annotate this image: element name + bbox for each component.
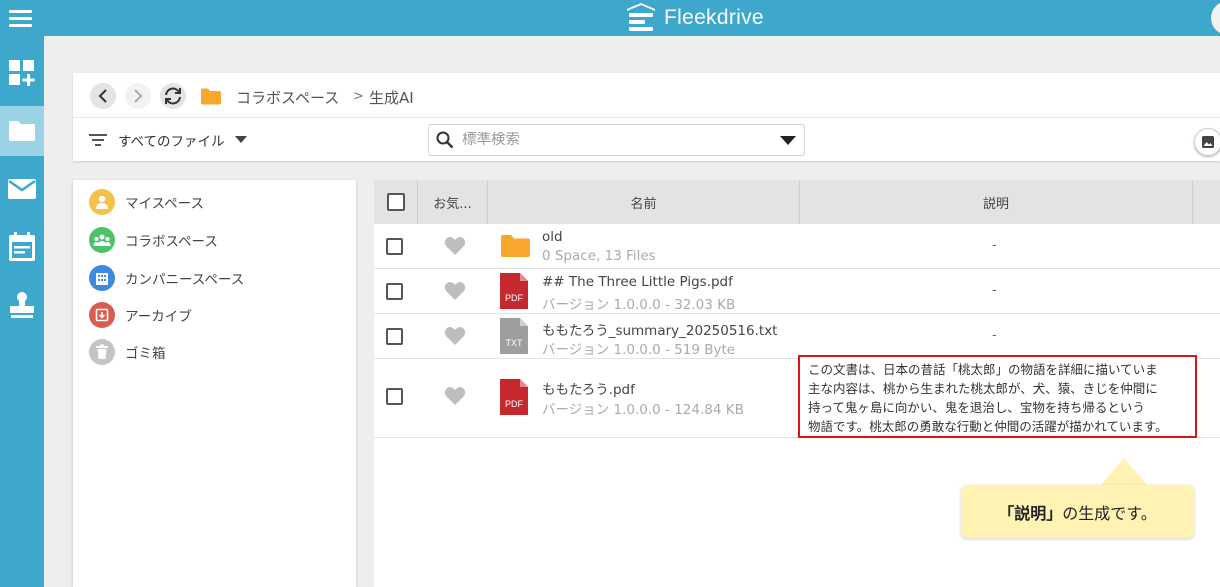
row-checkbox[interactable] (386, 388, 403, 405)
file-filter-dropdown[interactable]: すべてのファイル (88, 130, 247, 150)
archive-icon (89, 302, 115, 328)
search-input[interactable] (462, 132, 762, 148)
breadcrumb-separator: > (353, 89, 364, 104)
sidebar-item-label: アーカイブ (125, 309, 192, 325)
image-icon (1202, 136, 1214, 148)
heart-icon[interactable] (444, 386, 466, 406)
callout-bold-text: 「説明」 (998, 503, 1063, 523)
generated-description-highlight: この文書は、日本の昔話「桃太郎」の物語を詳細に描いていま 主な内容は、桃から生ま… (798, 355, 1197, 438)
pdf-file-icon: PDF (500, 379, 528, 419)
brand-name: Fleekdrive (664, 6, 764, 29)
sidebar-item-label: カンパニースペース (125, 272, 245, 288)
divider (73, 117, 1220, 118)
chevron-right-icon (134, 89, 143, 103)
menu-icon[interactable] (9, 10, 32, 27)
building-icon (89, 265, 115, 291)
filter-icon (89, 134, 107, 146)
breadcrumb-item[interactable]: コラボスペース (236, 87, 339, 108)
left-nav (0, 36, 44, 587)
svg-text:PDF: PDF (505, 293, 524, 303)
select-all-cell (374, 180, 418, 224)
sidebar-item-collabspace[interactable]: コラボスペース (89, 227, 218, 253)
header-description[interactable]: 説明 (800, 180, 1193, 224)
refresh-button[interactable] (160, 83, 186, 109)
table-header: お気... 名前 説明 (374, 180, 1220, 224)
sidebar-item-trash[interactable]: ゴミ箱 (89, 339, 166, 365)
description-line: 持って鬼ヶ島に向かい、鬼を退治し、宝物を持ち帰るという (808, 400, 1145, 415)
file-description: - (992, 238, 997, 253)
select-all-checkbox[interactable] (386, 193, 405, 211)
file-meta: バージョン 1.0.0.0 - 519 Byte (542, 342, 736, 358)
description-line: この文書は、日本の昔話「桃太郎」の物語を詳細に描いていま (808, 362, 1158, 377)
mail-icon[interactable] (0, 164, 44, 214)
callout-text: の生成です。 (1062, 503, 1157, 523)
file-name[interactable]: ## The Three Little Pigs.pdf (542, 274, 733, 290)
folder-nav-icon[interactable] (0, 106, 44, 156)
folder-icon (501, 235, 530, 257)
header-favorite[interactable]: お気... (418, 180, 488, 224)
sidebar-item-label: マイスペース (125, 196, 204, 212)
stamp-icon[interactable] (0, 280, 44, 330)
file-meta: バージョン 1.0.0.0 - 124.84 KB (542, 402, 744, 418)
brand-logo[interactable]: Fleekdrive (626, 1, 764, 35)
sidebar-item-label: ゴミ箱 (125, 346, 166, 362)
heart-icon[interactable] (444, 236, 466, 256)
user-avatar[interactable] (1211, 1, 1220, 35)
caret-down-icon (234, 136, 247, 143)
header-card: コラボスペース > 生成AI すべてのファイル (73, 73, 1220, 161)
search-icon (436, 131, 454, 149)
svg-text:TXT: TXT (506, 338, 524, 348)
search-box (428, 124, 805, 156)
txt-file-icon: TXT (500, 318, 528, 358)
file-name[interactable]: old (542, 229, 563, 245)
file-meta: バージョン 1.0.0.0 - 32.03 KB (542, 297, 736, 313)
pdf-file-icon: PDF (500, 273, 528, 313)
image-view-button[interactable] (1194, 128, 1220, 156)
back-button[interactable] (90, 83, 116, 109)
description-line: 主な内容は、桃から生まれた桃太郎が、犬、猿、きじを仲間に (808, 381, 1158, 396)
row-checkbox[interactable] (386, 238, 403, 255)
space-sidebar: マイスペース コラボスペース カンパニースペース アーカイブ ゴミ箱 (73, 180, 356, 587)
description-line: 物語です。桃太郎の勇敢な行動と仲間の活躍が描かれています。 (808, 419, 1168, 434)
file-description: - (992, 283, 997, 298)
heart-icon[interactable] (444, 326, 466, 346)
dashboard-add-icon[interactable] (0, 48, 44, 98)
sidebar-item-companyspace[interactable]: カンパニースペース (89, 265, 244, 291)
file-meta: 0 Space, 13 Files (542, 248, 656, 264)
file-name[interactable]: ももたろう.pdf (542, 378, 635, 398)
file-description: - (992, 328, 997, 343)
caret-down-icon[interactable] (780, 136, 796, 146)
annotation-callout: 「説明」 の生成です。 (961, 485, 1194, 538)
trash-icon (89, 339, 115, 365)
person-icon (89, 189, 115, 215)
refresh-icon (165, 87, 181, 105)
svg-text:PDF: PDF (505, 399, 524, 409)
table-row[interactable]: PDF ## The Three Little Pigs.pdf バージョン 1… (374, 269, 1220, 314)
chevron-left-icon (98, 89, 107, 103)
heart-icon[interactable] (444, 281, 466, 301)
table-row[interactable]: old 0 Space, 13 Files - (374, 224, 1220, 269)
table-row[interactable]: TXT ももたろう_summary_20250516.txt バージョン 1.0… (374, 314, 1220, 359)
sidebar-item-myspace[interactable]: マイスペース (89, 189, 204, 215)
calendar-icon[interactable] (0, 222, 44, 272)
sidebar-item-label: コラボスペース (125, 234, 218, 250)
folder-icon (201, 88, 221, 105)
breadcrumb-current: 生成AI (369, 89, 414, 107)
callout-pointer (1100, 458, 1148, 486)
filter-label: すべてのファイル (118, 134, 225, 150)
row-checkbox[interactable] (386, 328, 403, 345)
sidebar-item-archive[interactable]: アーカイブ (89, 302, 192, 328)
forward-button[interactable] (125, 83, 151, 109)
header-name[interactable]: 名前 (488, 180, 800, 224)
row-checkbox[interactable] (386, 283, 403, 300)
fleekdrive-logo-icon (627, 3, 655, 31)
file-name[interactable]: ももたろう_summary_20250516.txt (542, 319, 777, 339)
top-bar: Fleekdrive (0, 0, 1220, 36)
group-icon (89, 227, 115, 253)
